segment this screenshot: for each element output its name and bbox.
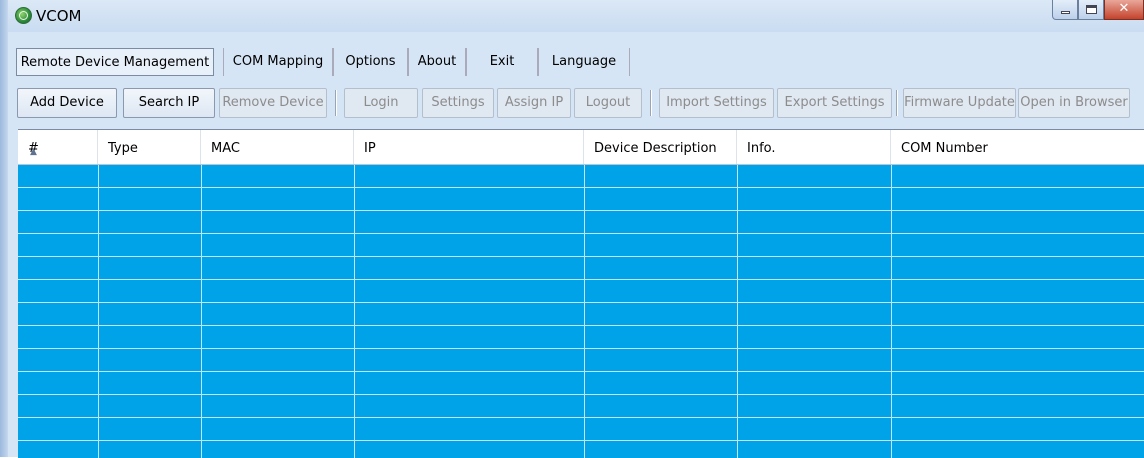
table-row[interactable] — [18, 280, 1144, 303]
add-device-button[interactable]: Add Device — [17, 88, 117, 118]
export-settings-button[interactable]: Export Settings — [777, 88, 892, 118]
close-icon[interactable] — [1104, 0, 1144, 20]
logout-button[interactable]: Logout — [574, 88, 642, 118]
search-ip-button[interactable]: Search IP — [123, 88, 215, 118]
column-header-index[interactable]: ▲ # — [18, 130, 98, 164]
settings-button[interactable]: Settings — [422, 88, 494, 118]
table-row[interactable] — [18, 326, 1144, 349]
globe-icon — [15, 7, 32, 24]
menu-options[interactable]: Options — [333, 48, 408, 76]
table-row[interactable] — [18, 257, 1144, 280]
column-header-ip[interactable]: IP — [354, 130, 584, 164]
table-row[interactable] — [18, 418, 1144, 441]
column-header-device-description[interactable]: Device Description — [584, 130, 737, 164]
window-title: VCOM — [36, 7, 82, 25]
minimize-icon[interactable] — [1052, 0, 1078, 20]
toolbar-separator — [650, 90, 652, 116]
column-header-mac[interactable]: MAC — [201, 130, 354, 164]
menu-remote-device-management[interactable]: Remote Device Management — [16, 48, 214, 76]
menu-about[interactable]: About — [408, 48, 466, 76]
column-divider — [201, 165, 202, 458]
table-row[interactable] — [18, 303, 1144, 326]
column-header-info[interactable]: Info. — [737, 130, 891, 164]
assign-ip-button[interactable]: Assign IP — [497, 88, 571, 118]
column-divider — [891, 165, 892, 458]
table-row[interactable] — [18, 372, 1144, 395]
table-row[interactable] — [18, 211, 1144, 234]
table-header: ▲ # Type MAC IP Device Description Info.… — [18, 130, 1144, 165]
toolbar-separator — [335, 90, 337, 116]
column-divider — [98, 165, 99, 458]
table-row[interactable] — [18, 234, 1144, 257]
toolbar-separator — [896, 90, 898, 116]
firmware-update-button[interactable]: Firmware Update — [903, 88, 1016, 118]
table-body[interactable] — [18, 165, 1144, 458]
remove-device-button[interactable]: Remove Device — [219, 88, 327, 118]
column-divider — [354, 165, 355, 458]
window-controls — [1052, 0, 1144, 22]
column-divider — [737, 165, 738, 458]
table-row[interactable] — [18, 395, 1144, 418]
import-settings-button[interactable]: Import Settings — [659, 88, 774, 118]
device-table[interactable]: ▲ # Type MAC IP Device Description Info.… — [18, 129, 1144, 458]
open-in-browser-button[interactable]: Open in Browser — [1018, 88, 1130, 118]
menu-com-mapping[interactable]: COM Mapping — [223, 48, 333, 76]
title-bar[interactable]: VCOM — [8, 0, 1144, 32]
table-row[interactable] — [18, 188, 1144, 211]
login-button[interactable]: Login — [344, 88, 418, 118]
column-header-com-number[interactable]: COM Number — [891, 130, 1144, 164]
column-header-type[interactable]: Type — [98, 130, 201, 164]
table-row[interactable] — [18, 349, 1144, 372]
menu-language[interactable]: Language — [538, 48, 630, 76]
menu-exit[interactable]: Exit — [466, 48, 538, 76]
table-row[interactable] — [18, 441, 1144, 458]
maximize-icon[interactable] — [1078, 0, 1104, 20]
table-row[interactable] — [18, 165, 1144, 188]
column-divider — [584, 165, 585, 458]
